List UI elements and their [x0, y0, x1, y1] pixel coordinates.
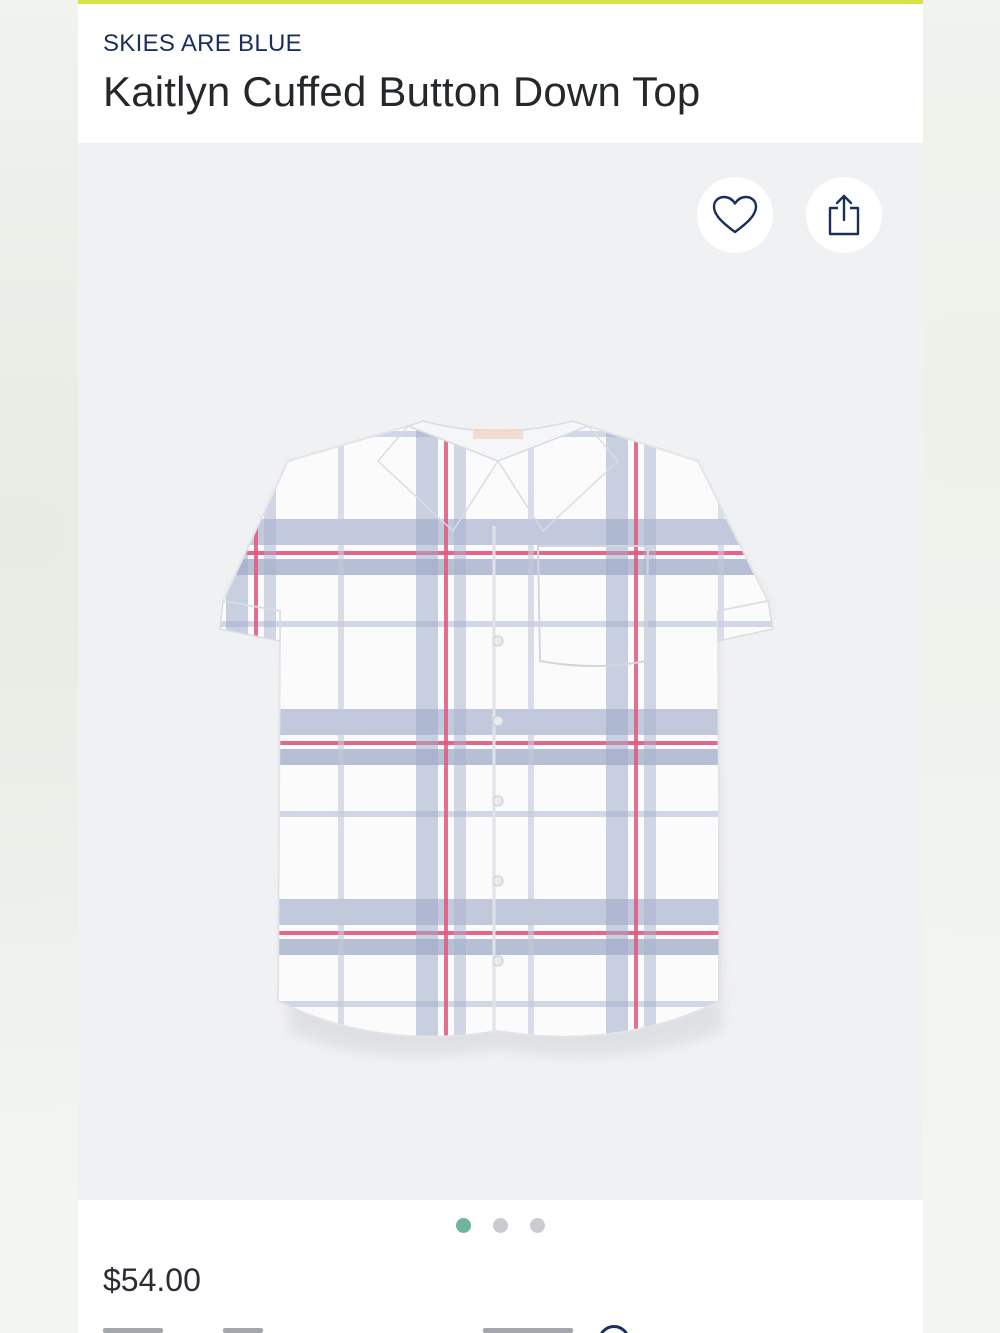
share-upload-icon	[828, 194, 860, 236]
carousel-pagination	[78, 1218, 923, 1236]
carousel-dot-2[interactable]	[493, 1218, 508, 1233]
product-image-carousel[interactable]	[78, 143, 923, 1200]
heart-outline-icon	[712, 195, 758, 234]
carousel-dot-1[interactable]	[456, 1218, 471, 1233]
cut-off-content-row	[103, 1322, 903, 1333]
favorite-button[interactable]	[697, 177, 773, 253]
brand-name[interactable]: SKIES ARE BLUE	[103, 30, 302, 58]
top-accent-bar	[78, 0, 923, 4]
product-photo	[198, 311, 798, 1071]
product-card: SKIES ARE BLUE Kaitlyn Cuffed Button Dow…	[78, 0, 923, 1333]
share-button[interactable]	[806, 177, 882, 253]
plaid-shirt-illustration	[219, 420, 774, 1057]
product-price: $54.00	[103, 1262, 201, 1298]
product-title: Kaitlyn Cuffed Button Down Top	[103, 68, 701, 115]
carousel-dot-3[interactable]	[530, 1218, 545, 1233]
info-icon[interactable]	[598, 1325, 630, 1333]
